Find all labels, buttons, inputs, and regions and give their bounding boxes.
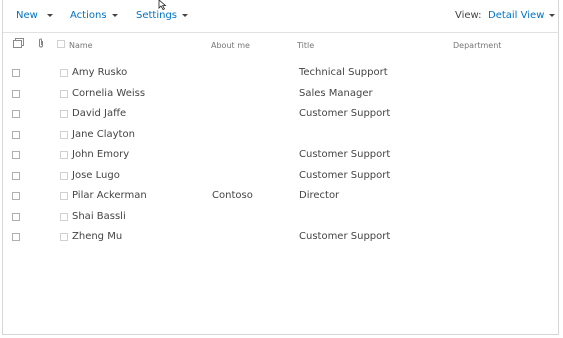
cell-title: Sales Manager [299, 87, 373, 99]
actions-menu-label: Actions [70, 10, 107, 21]
cell-title: Customer Support [299, 108, 391, 119]
cell-name[interactable]: John Emory [72, 149, 129, 160]
name-checkbox[interactable] [60, 130, 68, 139]
row-checkbox[interactable] [12, 233, 20, 241]
row-checkbox[interactable] [12, 89, 20, 98]
settings-menu[interactable]: Settings [136, 10, 189, 21]
table-row[interactable]: Amy Rusko Technical Support [0, 63, 563, 83]
chevron-down-icon [549, 13, 556, 17]
table-row[interactable]: John Emory Customer Support [0, 145, 563, 165]
row-checkbox[interactable] [12, 151, 20, 159]
view-selector[interactable]: Detail View [488, 10, 556, 21]
table-row[interactable]: Jane Clayton [0, 125, 563, 145]
cell-title: Customer Support [299, 169, 391, 181]
chevron-down-icon [46, 13, 53, 17]
settings-menu-label: Settings [136, 10, 178, 21]
cell-title: Customer Support [299, 231, 391, 242]
row-checkbox[interactable] [12, 212, 20, 221]
toolbar: New Actions Settings View: Detail View [0, 0, 563, 32]
chevron-down-icon [182, 13, 189, 17]
list-header: Name About me Title Department [0, 36, 563, 54]
column-header-department[interactable]: Department [453, 41, 501, 50]
name-checkbox[interactable] [60, 233, 68, 241]
paperclip-icon [39, 38, 43, 48]
name-header-checkbox[interactable] [57, 40, 65, 48]
toolbar-divider [3, 32, 559, 33]
row-checkbox[interactable] [12, 110, 20, 118]
cell-name[interactable]: Cornelia Weiss [72, 88, 145, 99]
name-checkbox[interactable] [60, 151, 68, 159]
row-checkbox[interactable] [12, 130, 20, 139]
table-row[interactable]: Pilar Ackerman Contoso Director [0, 186, 563, 206]
multi-select-icon[interactable] [13, 38, 24, 48]
name-checkbox[interactable] [60, 171, 68, 180]
cell-title: Director [299, 190, 340, 201]
view-selector-value: Detail View [488, 10, 545, 21]
cell-name[interactable]: Zheng Mu [72, 231, 122, 242]
table-row[interactable]: Cornelia Weiss Sales Manager [0, 84, 563, 104]
cell-about: Contoso [212, 190, 253, 201]
mouse-pointer-icon [158, 0, 167, 10]
cell-name[interactable]: Jose Lugo [72, 170, 120, 181]
table-row[interactable]: Shai Bassli [0, 207, 563, 227]
cell-name[interactable]: David Jaffe [72, 108, 126, 119]
cell-name[interactable]: Pilar Ackerman [72, 190, 147, 201]
name-checkbox[interactable] [60, 212, 68, 221]
table-row[interactable]: David Jaffe Customer Support [0, 104, 563, 124]
cell-name[interactable]: Shai Bassli [72, 211, 126, 222]
row-checkbox[interactable] [12, 69, 20, 77]
cell-name[interactable]: Amy Rusko [72, 67, 127, 78]
cell-title: Customer Support [299, 149, 391, 160]
column-header-name[interactable]: Name [69, 41, 93, 50]
column-header-about[interactable]: About me [211, 41, 250, 50]
cell-name[interactable]: Jane Clayton [72, 129, 135, 140]
row-checkbox[interactable] [12, 171, 20, 180]
name-checkbox[interactable] [60, 110, 68, 118]
actions-menu[interactable]: Actions [70, 10, 118, 21]
name-checkbox[interactable] [60, 89, 68, 98]
row-checkbox[interactable] [12, 192, 20, 200]
new-button[interactable]: New [16, 10, 53, 21]
new-button-label: New [16, 10, 38, 21]
name-checkbox[interactable] [60, 192, 68, 200]
table-row[interactable]: Zheng Mu Customer Support [0, 227, 563, 247]
chevron-down-icon [111, 13, 118, 17]
column-header-title[interactable]: Title [297, 41, 314, 50]
name-checkbox[interactable] [60, 69, 68, 77]
table-row[interactable]: Jose Lugo Customer Support [0, 166, 563, 186]
cell-title: Technical Support [299, 67, 388, 78]
view-label: View: [455, 10, 482, 21]
